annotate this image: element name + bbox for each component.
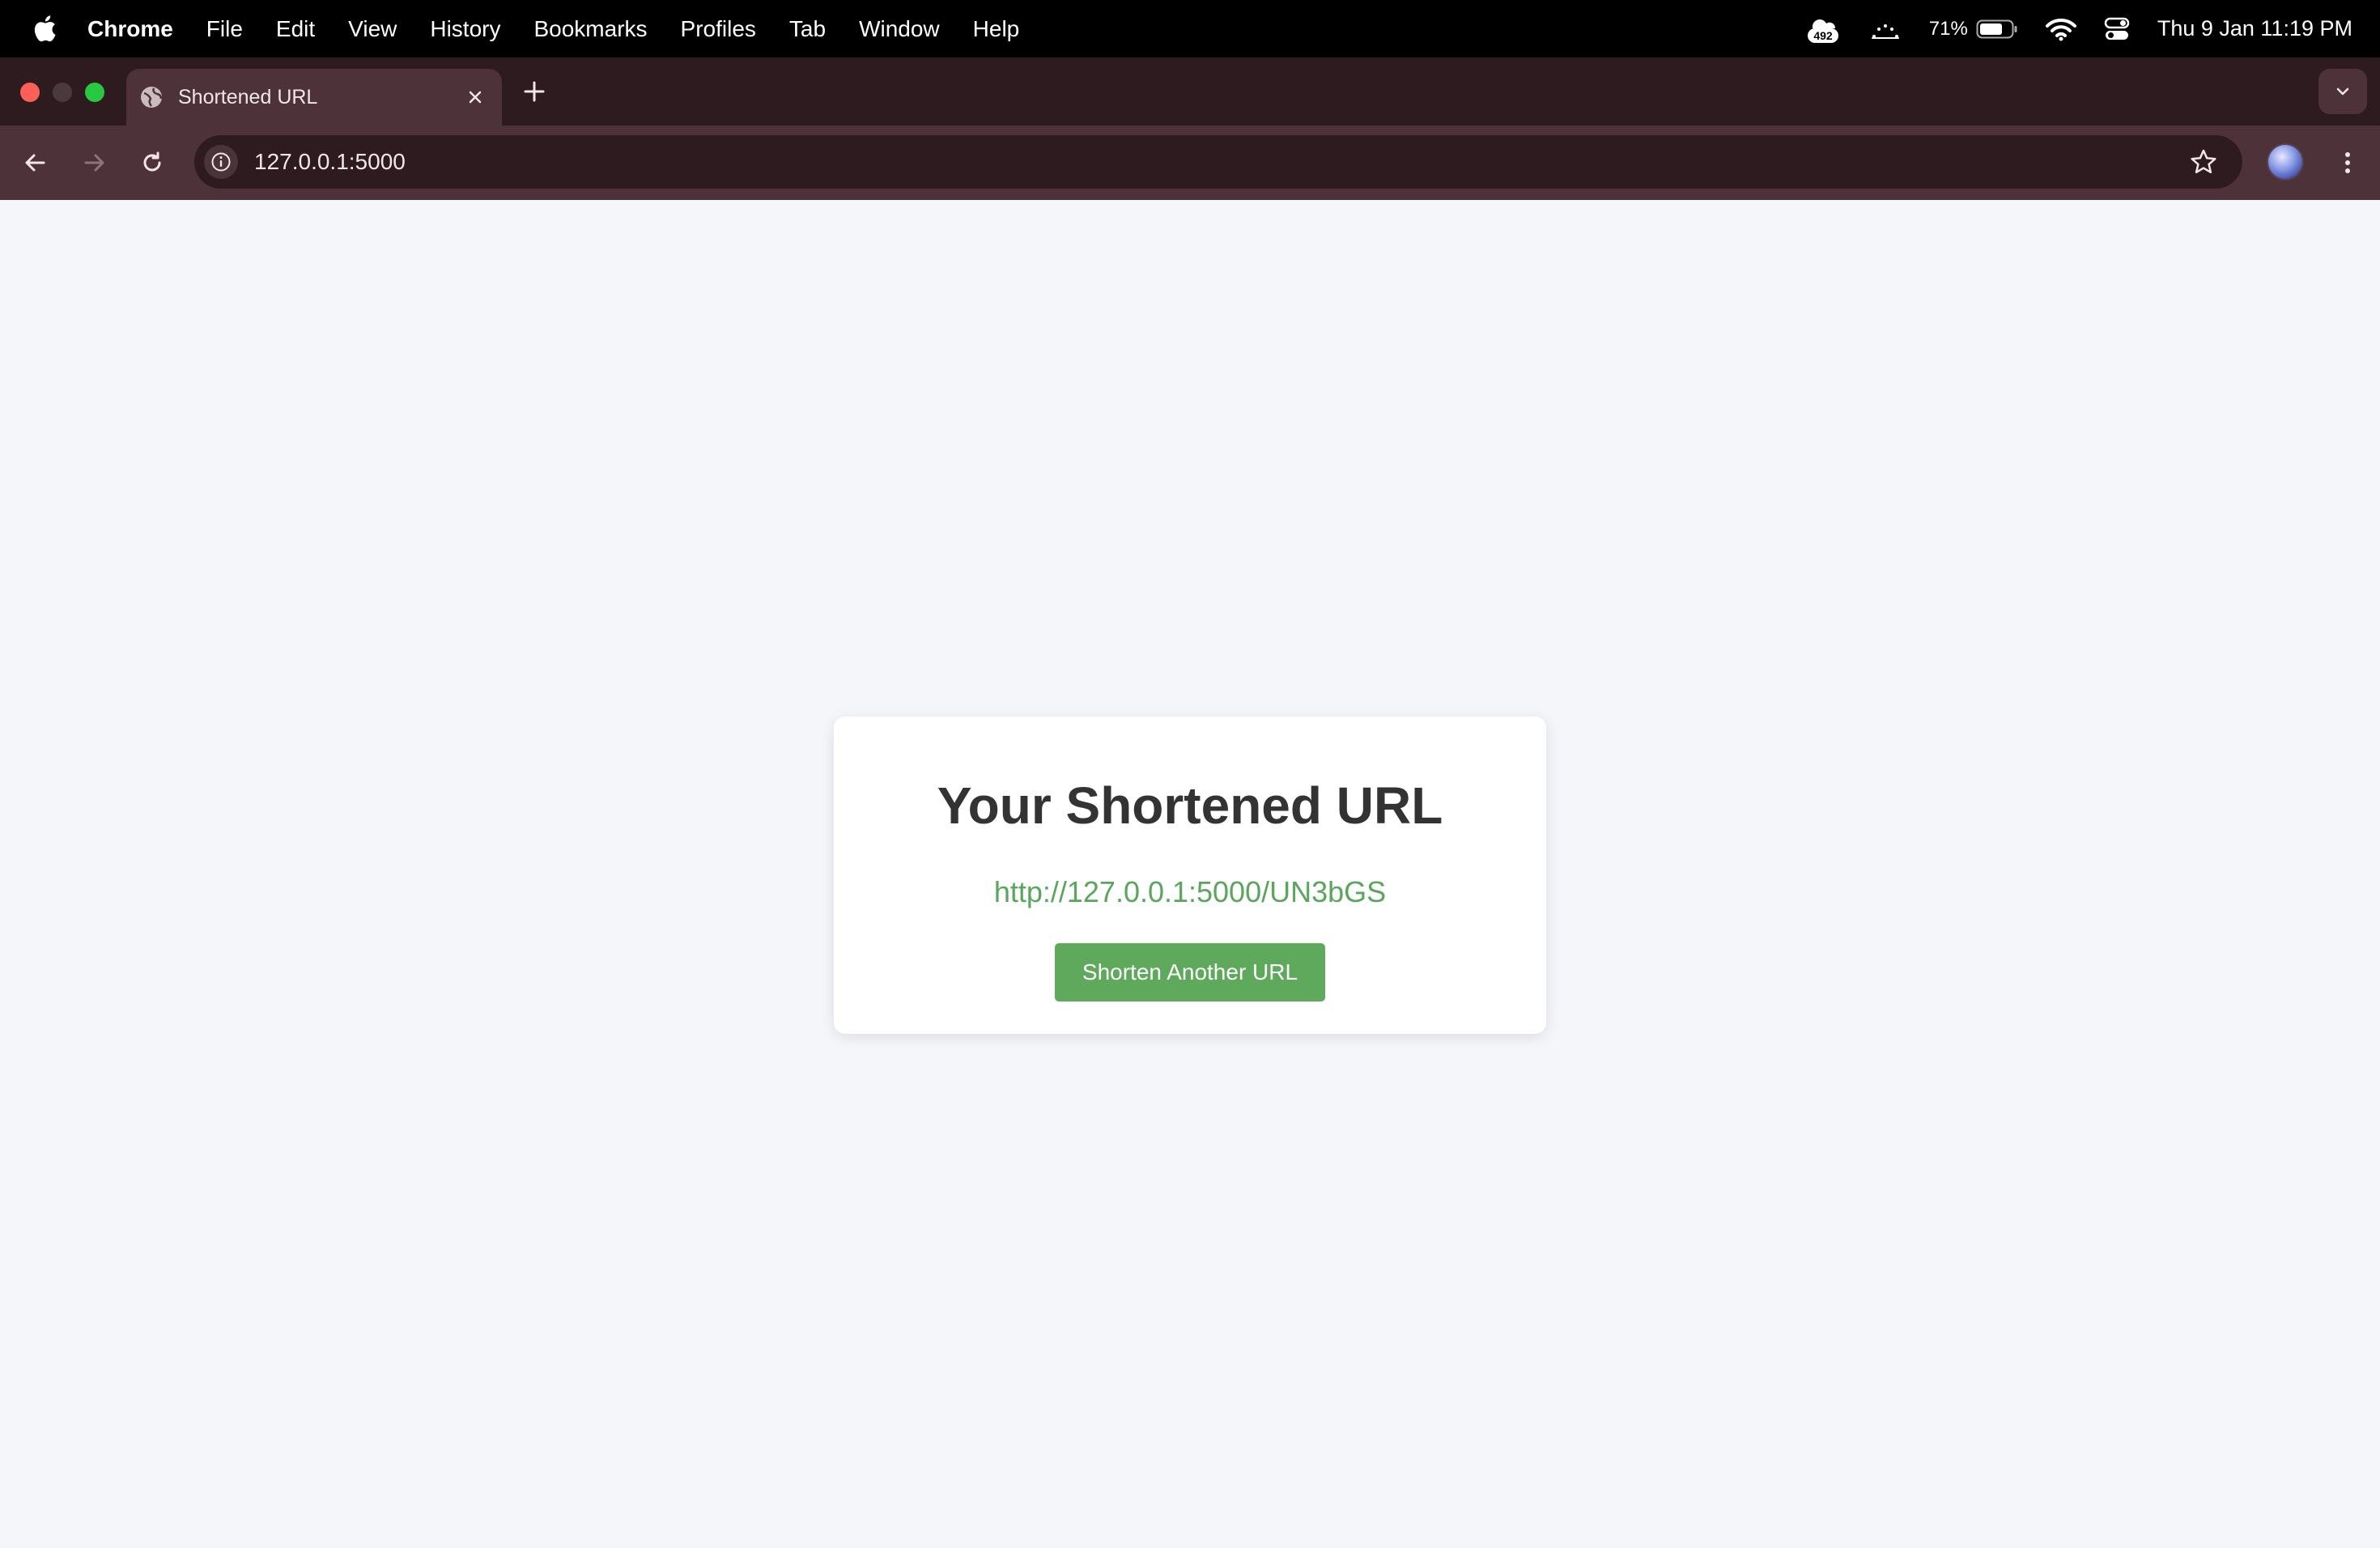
address-bar-url[interactable]: 127.0.0.1:5000 (254, 149, 406, 175)
browser-toolbar: 127.0.0.1:5000 (0, 125, 2380, 200)
menu-edit[interactable]: Edit (276, 16, 315, 42)
macos-menu-bar: Chrome File Edit View History Bookmarks … (0, 0, 2380, 57)
bookmark-star-icon[interactable] (2189, 147, 2218, 176)
menu-window[interactable]: Window (859, 16, 940, 42)
new-tab-plus-icon[interactable] (521, 79, 547, 104)
back-arrow-icon[interactable] (19, 147, 52, 179)
menubar-clock[interactable]: Thu 9 Jan 11:19 PM (2157, 16, 2352, 41)
wifi-icon[interactable] (2045, 17, 2076, 41)
forward-arrow-icon[interactable] (78, 147, 110, 179)
cloud-badge-icon[interactable]: 492 (1804, 13, 1842, 45)
globe-icon (141, 87, 163, 108)
status-area: 492 71% Thu 9 Jan 11:19 PM (1777, 0, 2352, 57)
battery-status[interactable]: 71% (1929, 18, 2018, 40)
page-viewport: Your Shortened URL http://127.0.0.1:5000… (0, 200, 2380, 1548)
tab-title: Shortened URL (178, 85, 318, 108)
menu-help[interactable]: Help (973, 16, 1020, 42)
page-title: Your Shortened URL (937, 776, 1443, 835)
control-center-icon[interactable] (2104, 17, 2130, 41)
more-menu-icon[interactable] (2331, 147, 2364, 179)
menu-bookmarks[interactable]: Bookmarks (533, 16, 647, 42)
menu-profiles[interactable]: Profiles (681, 16, 756, 42)
shorten-another-url-button[interactable]: Shorten Another URL (1055, 943, 1325, 1002)
close-icon[interactable] (461, 83, 489, 111)
tab-strip: Shortened URL (0, 57, 2380, 125)
window-close-button[interactable] (20, 83, 40, 102)
menu-file[interactable]: File (206, 16, 243, 42)
chevron-down-icon (2336, 87, 2349, 96)
info-icon (211, 152, 231, 172)
address-bar[interactable]: 127.0.0.1:5000 (194, 135, 2242, 189)
apple-logo-icon[interactable] (32, 13, 57, 44)
battery-percent: 71% (1928, 17, 1968, 40)
menu-history[interactable]: History (430, 16, 500, 42)
shortened-url-link[interactable]: http://127.0.0.1:5000/UN3bGS (834, 878, 1546, 907)
app-menu: Chrome File Edit View History Bookmarks … (87, 0, 1052, 57)
window-minimize-button[interactable] (53, 83, 72, 102)
brightness-icon[interactable] (1869, 17, 1902, 41)
menu-tab[interactable]: Tab (789, 16, 826, 42)
cloud-badge-count: 492 (1813, 29, 1833, 42)
menu-app-name[interactable]: Chrome (87, 16, 173, 42)
site-info-button[interactable] (204, 145, 238, 179)
result-card: Your Shortened URL http://127.0.0.1:5000… (834, 717, 1546, 1034)
tab-shortened-url[interactable]: Shortened URL (126, 69, 502, 125)
tab-search-button[interactable] (2318, 69, 2367, 114)
menu-view[interactable]: View (348, 16, 397, 42)
battery-icon (1976, 19, 2017, 38)
window-zoom-button[interactable] (85, 83, 104, 102)
profile-avatar[interactable] (2267, 143, 2304, 181)
reload-icon[interactable] (136, 147, 168, 179)
